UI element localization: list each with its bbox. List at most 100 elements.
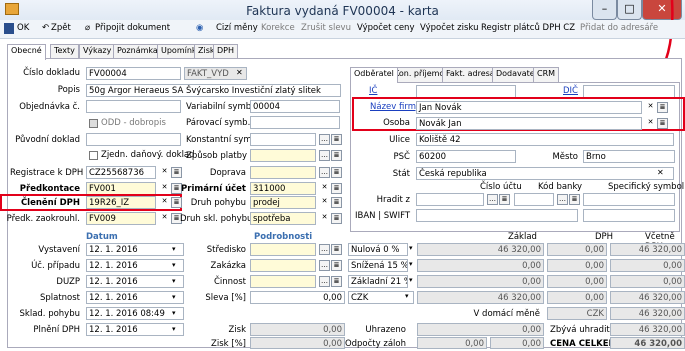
company-field[interactable]: Jan Novák — [416, 101, 642, 114]
order2-list-icon[interactable]: ≣ — [331, 260, 342, 271]
dic-link[interactable]: DIČ — [563, 86, 578, 96]
stock-move-list-icon[interactable]: ≣ — [331, 213, 342, 224]
center-field[interactable] — [250, 243, 316, 256]
chevron-down-icon[interactable]: ▾ — [405, 292, 409, 300]
country-clear-icon[interactable]: ✕ — [657, 168, 664, 177]
payment-field[interactable] — [250, 149, 316, 162]
order2-more-icon[interactable]: … — [319, 260, 330, 271]
order-field[interactable] — [86, 100, 181, 113]
tab-note[interactable]: Poznámka — [113, 44, 162, 59]
order2-field[interactable] — [250, 259, 316, 272]
city-field[interactable]: Brno — [583, 150, 675, 163]
const-symbol-list-icon[interactable]: ≣ — [331, 134, 342, 145]
specific-field[interactable] — [583, 193, 675, 206]
rate-zero-select[interactable]: Nulová 0 % — [348, 243, 408, 256]
issued-field[interactable]: 12. 1. 2016 — [86, 243, 184, 256]
street-field[interactable]: Koliště 42 — [416, 133, 674, 146]
ok-button[interactable]: OK — [17, 23, 29, 33]
rate-reduced-select[interactable]: Snížená 15 % — [348, 259, 408, 272]
center-more-icon[interactable]: … — [319, 244, 330, 255]
chevron-down-icon[interactable]: ▾ — [409, 276, 413, 284]
payment-type-field[interactable]: prodej — [250, 196, 316, 209]
vat-reg-list-icon[interactable]: ≣ — [171, 167, 182, 178]
desc-field[interactable]: 50g Argor Heraeus SA Švýcarsko Investičn… — [86, 84, 341, 97]
transport-list-icon[interactable]: ≣ — [331, 167, 342, 178]
account-list-icon[interactable]: ≣ — [499, 194, 510, 205]
rate-basic-select[interactable]: Základní 21 % — [348, 275, 408, 288]
company-link[interactable]: Název firmy — [370, 102, 421, 112]
account-date-field[interactable]: 12. 1. 2016 — [86, 259, 184, 272]
activity-field[interactable] — [250, 275, 316, 288]
zip-field[interactable]: 60200 — [416, 150, 516, 163]
chevron-down-icon[interactable]: ▾ — [172, 245, 176, 253]
attach-button[interactable]: Připojit dokument — [95, 23, 170, 33]
due-field[interactable]: 12. 1. 2016 — [86, 291, 184, 304]
calc-prices-button[interactable]: Výpočet ceny — [357, 23, 414, 33]
const-symbol-more-icon[interactable]: … — [319, 134, 330, 145]
add-address-button[interactable]: Přidat do adresáře — [580, 23, 658, 33]
var-symbol-field[interactable]: 00004 — [250, 100, 340, 113]
chevron-down-icon[interactable]: ▾ — [172, 277, 176, 285]
bank-more-icon[interactable]: … — [557, 194, 568, 205]
chevron-down-icon[interactable]: ▾ — [172, 325, 176, 333]
transport-more-icon[interactable]: … — [319, 167, 330, 178]
advance-field[interactable]: FV009 — [86, 212, 156, 225]
foreign-currency-button[interactable]: Cizí měny — [216, 23, 258, 33]
doc-number-field[interactable]: FV00004 — [86, 67, 181, 80]
transport-field[interactable] — [250, 166, 316, 179]
company-clear-icon[interactable]: ✕ — [645, 102, 656, 113]
back-icon[interactable]: ↶ — [42, 23, 49, 33]
chevron-down-icon[interactable]: ▾ — [172, 293, 176, 301]
duzp-field[interactable]: 12. 1. 2016 — [86, 275, 184, 288]
activity-list-icon[interactable]: ≣ — [331, 276, 342, 287]
tab-vat[interactable]: DPH — [213, 44, 238, 59]
vat-split-field[interactable]: 19R26_IZ — [86, 196, 156, 209]
vat-registry-button[interactable]: Registr plátců DPH CZ — [481, 23, 575, 33]
stock-move-field[interactable]: spotřeba — [250, 212, 316, 225]
discount-field[interactable]: 0,00 — [250, 291, 345, 304]
chevron-down-icon[interactable]: ▾ — [172, 261, 176, 269]
help-icon[interactable]: ◉ — [196, 23, 203, 33]
stock-date-field[interactable]: 12. 1. 2016 08:49 — [86, 307, 184, 320]
person-field[interactable]: Novák Jan — [416, 117, 642, 130]
account-more-icon[interactable]: … — [487, 194, 498, 205]
simplified-checkbox[interactable] — [89, 151, 98, 160]
payment-more-icon[interactable]: … — [319, 150, 330, 161]
person-list-icon[interactable]: ≣ — [657, 118, 668, 129]
iban-field[interactable] — [416, 209, 578, 222]
ic-link[interactable]: IČ — [369, 86, 377, 96]
prefix-clear-icon[interactable]: ✕ — [159, 183, 170, 194]
activity-more-icon[interactable]: … — [319, 276, 330, 287]
swift-field[interactable] — [583, 209, 675, 222]
vat-split-clear-icon[interactable]: ✕ — [159, 197, 170, 208]
tab-general[interactable]: Obecné — [7, 44, 46, 60]
chevron-down-icon[interactable]: ▾ — [172, 309, 176, 317]
save-icon[interactable] — [4, 23, 14, 34]
primary-acc-field[interactable]: 311000 — [250, 182, 316, 195]
tab-invoice-address[interactable]: Fakt. adresa — [442, 67, 499, 82]
person-clear-icon[interactable]: ✕ — [645, 118, 656, 129]
vat-split-list-icon[interactable]: ≣ — [171, 197, 182, 208]
country-field[interactable]: Česká republika — [416, 167, 674, 180]
payment-type-list-icon[interactable]: ≣ — [331, 197, 342, 208]
chevron-down-icon[interactable]: ▾ — [409, 244, 413, 252]
primary-acc-list-icon[interactable]: ≣ — [331, 183, 342, 194]
calc-profit-button[interactable]: Výpočet zisku — [420, 23, 478, 33]
tab-reports[interactable]: Výkazy — [79, 44, 116, 59]
primary-acc-clear-icon[interactable]: ✕ — [319, 183, 330, 194]
advance-clear-icon[interactable]: ✕ — [159, 213, 170, 224]
bank-field[interactable] — [514, 193, 554, 206]
odd-checkbox[interactable] — [89, 119, 98, 128]
tab-texts[interactable]: Texty — [50, 44, 79, 59]
payment-list-icon[interactable]: ≣ — [331, 150, 342, 161]
correction-button[interactable]: Korekce — [261, 23, 295, 33]
company-list-icon[interactable]: ≣ — [657, 102, 668, 113]
chevron-down-icon[interactable]: ▾ — [409, 260, 413, 268]
back-button[interactable]: Zpět — [51, 23, 71, 33]
const-symbol-field[interactable] — [250, 133, 316, 146]
bank-list-icon[interactable]: ≣ — [569, 194, 580, 205]
clear-icon[interactable]: ✕ — [236, 68, 243, 77]
vat-reg-field[interactable]: CZ25568736 — [86, 166, 156, 179]
tab-crm[interactable]: CRM — [533, 67, 560, 82]
plneni-field[interactable]: 12. 1. 2016 — [86, 323, 184, 336]
